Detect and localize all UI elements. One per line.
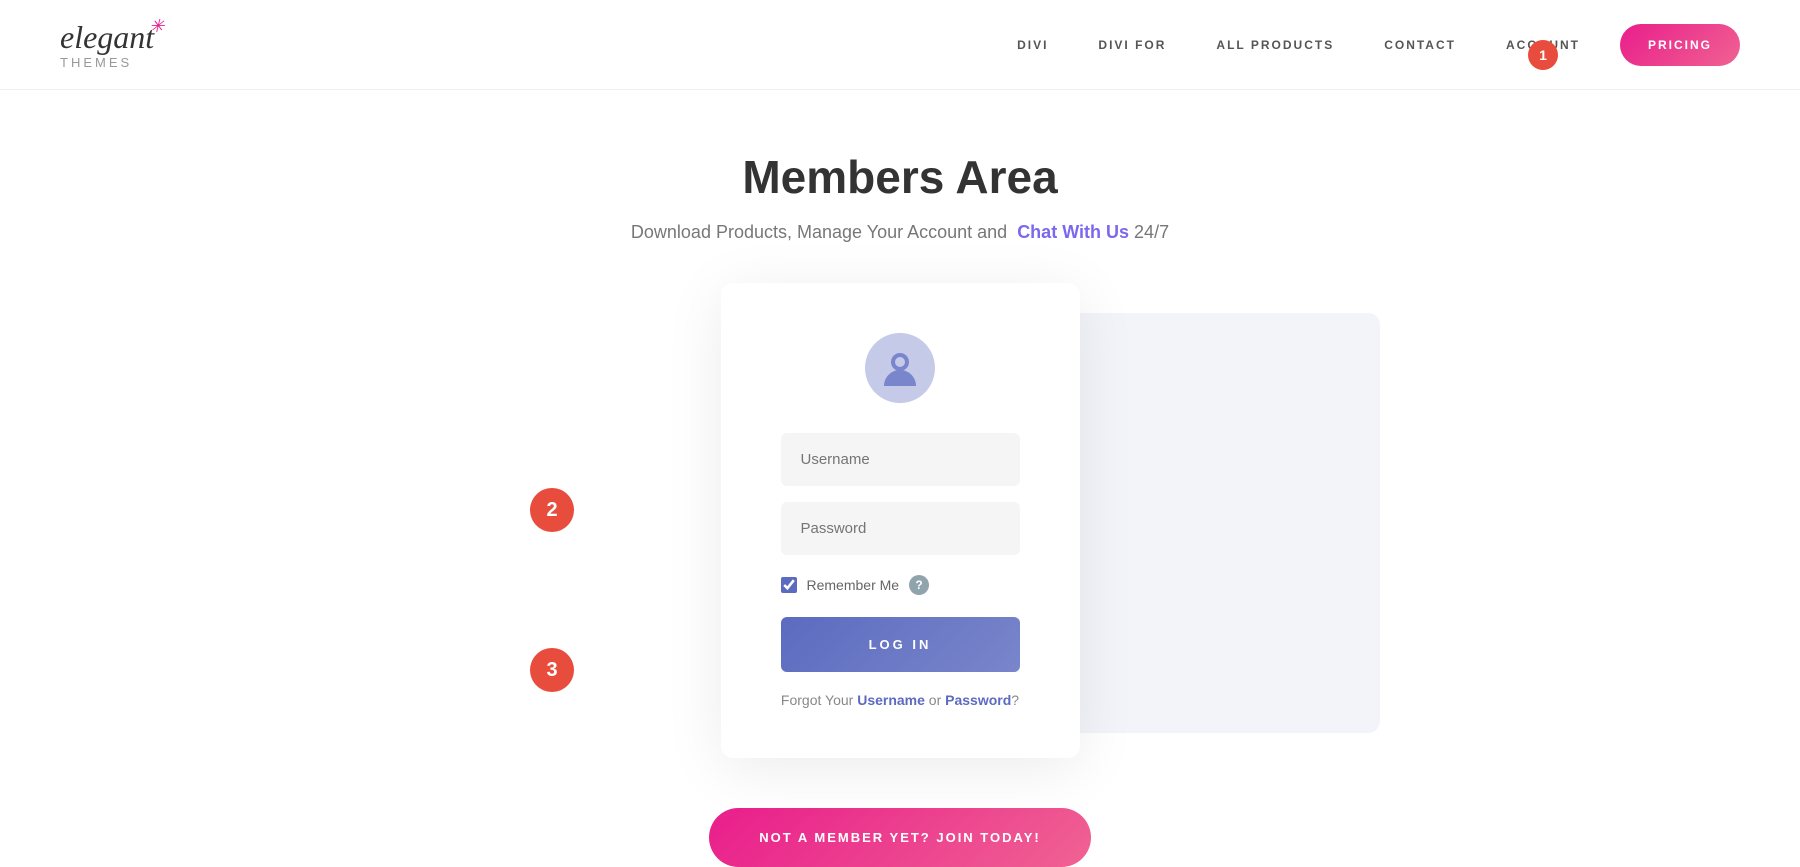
nav-contact[interactable]: CONTACT bbox=[1384, 38, 1456, 52]
login-card: Remember Me ? LOG IN Forgot Your Usernam… bbox=[721, 283, 1080, 758]
nav-divi-for[interactable]: DIVI FOR bbox=[1098, 38, 1166, 52]
forgot-or: or bbox=[929, 692, 941, 708]
pricing-button[interactable]: PRICING bbox=[1620, 24, 1740, 66]
remember-me-row: Remember Me ? bbox=[781, 575, 1020, 595]
chat-link[interactable]: Chat With Us bbox=[1017, 222, 1129, 242]
password-input[interactable] bbox=[781, 502, 1020, 555]
annotation-badge-2: 2 bbox=[530, 488, 574, 532]
username-field-group bbox=[781, 433, 1020, 486]
logo-brand: elegant bbox=[60, 19, 154, 55]
forgot-prefix: Forgot Your bbox=[781, 692, 853, 708]
subtitle-prefix: Download Products, Manage Your Account a… bbox=[631, 222, 1007, 242]
username-input[interactable] bbox=[781, 433, 1020, 486]
remember-me-checkbox[interactable] bbox=[781, 577, 797, 593]
remember-me-label: Remember Me bbox=[807, 577, 900, 593]
user-avatar-icon bbox=[865, 333, 935, 403]
subtitle-suffix: 24/7 bbox=[1134, 222, 1169, 242]
page-title: Members Area bbox=[742, 150, 1057, 204]
forgot-password-link[interactable]: Password bbox=[945, 692, 1011, 708]
password-field-group bbox=[781, 502, 1020, 555]
nav-all-products[interactable]: ALL PRODUCTS bbox=[1216, 38, 1334, 52]
account-notification-badge: 1 bbox=[1528, 40, 1558, 70]
login-section: 2 3 bbox=[450, 283, 1350, 867]
main-nav: DIVI DIVI FOR ALL PRODUCTS CONTACT ACCOU… bbox=[1017, 38, 1580, 52]
forgot-text: Forgot Your Username or Password? bbox=[781, 692, 1019, 708]
forgot-suffix: ? bbox=[1011, 692, 1019, 708]
forgot-username-link[interactable]: Username bbox=[857, 692, 925, 708]
nav-divi[interactable]: DIVI bbox=[1017, 38, 1048, 52]
join-button[interactable]: NOT A MEMBER YET? JOIN TODAY! bbox=[709, 808, 1090, 867]
logo-tagline: themes bbox=[60, 56, 154, 69]
header-right: DIVI DIVI FOR ALL PRODUCTS CONTACT ACCOU… bbox=[1017, 24, 1740, 66]
help-icon[interactable]: ? bbox=[909, 575, 929, 595]
logo-star: ✳ bbox=[149, 17, 164, 35]
logo[interactable]: elegant✳ themes bbox=[60, 21, 154, 69]
annotation-badge-3: 3 bbox=[530, 648, 574, 692]
login-button[interactable]: LOG IN bbox=[781, 617, 1020, 672]
main-content: Members Area Download Products, Manage Y… bbox=[0, 90, 1800, 867]
page-subtitle: Download Products, Manage Your Account a… bbox=[631, 222, 1169, 243]
site-header: elegant✳ themes DIVI DIVI FOR ALL PRODUC… bbox=[0, 0, 1800, 90]
nav-account-wrapper: ACCOUNT 1 bbox=[1506, 38, 1580, 52]
